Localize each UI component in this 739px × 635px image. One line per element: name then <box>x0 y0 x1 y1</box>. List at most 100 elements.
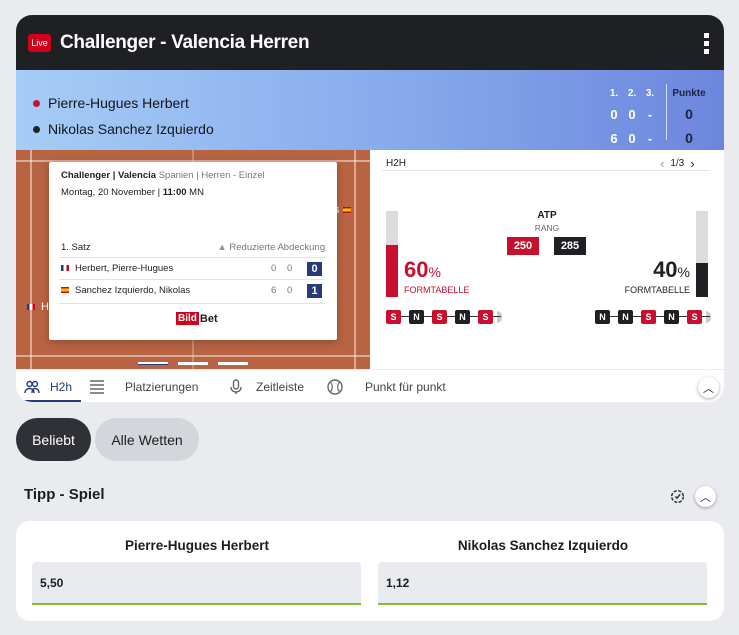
filter-alle-wetten[interactable]: Alle Wetten <box>95 418 199 461</box>
outcome-1-player: Pierre-Hugues Herbert <box>124 538 270 553</box>
tab-bar: H2h Platzierungen Zeitleiste Punkt für p… <box>16 369 724 402</box>
chevron-up-icon: ︿ <box>703 382 714 395</box>
court-player-label-right: s <box>334 204 357 216</box>
tab-punkt-label: Punkt für punkt <box>365 379 446 394</box>
prev-arrow-icon[interactable]: ‹ <box>660 156 664 171</box>
tip-card: Pierre-Hugues Herbert Nikolas Sanchez Iz… <box>16 521 724 621</box>
collapse-section-button[interactable]: ︿ <box>695 486 716 507</box>
left-form-result-3: S <box>432 310 455 324</box>
bildbet-logo: Bild Bet <box>176 312 218 325</box>
more-menu-icon[interactable] <box>704 33 709 54</box>
left-form-result-4: N <box>455 310 478 324</box>
right-form-result-4: N <box>664 310 687 324</box>
set-2-header: 2. <box>627 88 637 99</box>
tennis-ball-icon <box>327 378 343 395</box>
left-form-bar <box>386 211 398 297</box>
tab-punkt-fur-punkt[interactable]: Punkt für punkt <box>327 370 446 402</box>
right-form-result-1: N <box>595 310 618 324</box>
popup-time: 11:00 <box>162 187 187 198</box>
tab-zeitleiste-label: Zeitleiste <box>256 379 305 394</box>
tab-platzierungen-label: Platzierungen <box>125 379 199 394</box>
right-form-chain-end <box>706 311 711 323</box>
carousel-dots[interactable] <box>138 362 248 365</box>
points-header: Punkte <box>672 88 706 99</box>
collapse-tabs-button[interactable]: ︿ <box>698 377 719 398</box>
popup-row-1: Herbert, Pierre-Hugues <box>61 263 173 274</box>
odds-button-1[interactable]: 5,50 <box>32 562 361 605</box>
court-player-label: H <box>27 301 49 313</box>
popup-row-2-g2: 0 <box>287 285 293 296</box>
live-badge: Live <box>28 33 51 52</box>
score-divider <box>666 84 667 140</box>
match-title: Challenger - Valencia Herren <box>60 31 310 53</box>
set-1-header: 1. <box>609 88 619 99</box>
settings-icon[interactable] <box>669 488 686 505</box>
p1-points: 0 <box>685 106 693 122</box>
right-form-result-3: S <box>641 310 664 324</box>
p2-set-1: 6 <box>610 131 618 146</box>
flag-france-icon <box>61 265 69 272</box>
scoreboard: Pierre-Hugues Herbert Nikolas Sanchez Iz… <box>16 70 724 150</box>
popup-row-1-g1: 0 <box>271 263 277 274</box>
left-form-result-2: N <box>409 310 432 324</box>
popup-row-2-current: 1 <box>307 284 322 298</box>
player-dot-icon <box>33 125 40 133</box>
warning-icon: ▲ <box>217 242 227 253</box>
player-1-name: Pierre-Hugues Herbert <box>48 95 189 111</box>
right-form-chain: NNSNS <box>595 310 711 324</box>
p2-points: 0 <box>685 130 693 146</box>
filter-beliebt[interactable]: Beliebt <box>16 418 91 461</box>
rank-right: 285 <box>554 237 586 255</box>
right-form-result-2: N <box>618 310 641 324</box>
popup-row-1-g2: 0 <box>287 263 293 274</box>
popup-time-suffix: MN <box>189 187 204 198</box>
coverage-notice: ▲ Reduzierte Abdeckung <box>217 242 325 253</box>
player-2-name: Nikolas Sanchez Izquierdo <box>48 121 214 137</box>
popup-row-2-g1: 6 <box>271 285 277 296</box>
left-form-result-5: S <box>478 310 501 324</box>
popup-details: Spanien | Herren - Einzel <box>158 170 265 181</box>
right-form-label: FORMTABELLE <box>624 285 690 295</box>
left-form-chain-end <box>497 311 502 323</box>
right-form-bar <box>696 211 708 297</box>
tab-h2h[interactable]: H2h <box>24 370 72 402</box>
p1-set-1: 0 <box>610 107 618 122</box>
match-info-popup: Challenger | Valencia Spanien | Herren -… <box>49 162 337 340</box>
outcome-2-player: Nikolas Sanchez Izquierdo <box>457 538 629 553</box>
tab-platzierungen[interactable]: Platzierungen <box>89 370 198 402</box>
left-form-chain: SNSNS <box>386 310 502 324</box>
match-header: Live Challenger - Valencia Herren <box>16 15 724 70</box>
right-form-result-5: S <box>687 310 710 324</box>
left-percentage: 60% <box>404 257 441 282</box>
section-title: Tipp - Spiel <box>24 486 105 503</box>
list-icon <box>90 379 104 394</box>
rank-subtitle: RANG <box>534 223 560 233</box>
active-tab-underline <box>16 400 81 402</box>
tab-h2h-label: H2h <box>50 379 73 394</box>
people-icon <box>24 380 40 393</box>
next-arrow-icon[interactable]: › <box>690 156 694 171</box>
odds-button-2[interactable]: 1,12 <box>378 562 707 605</box>
popup-row-2: Sanchez Izquierdo, Nikolas <box>61 285 190 296</box>
rank-left: 250 <box>507 237 539 255</box>
p1-set-2: 0 <box>628 107 636 122</box>
court-visual[interactable]: H s Challenger | Valencia Spanien | Herr… <box>16 150 370 369</box>
left-form-result-1: S <box>386 310 409 324</box>
p2-set-3: - <box>647 131 653 146</box>
right-percentage: 40% <box>653 257 690 282</box>
h2h-label: H2H <box>386 158 407 169</box>
popup-row-1-current: 0 <box>307 262 322 276</box>
player-2-row: Nikolas Sanchez Izquierdo <box>33 121 214 137</box>
microphone-icon <box>230 378 242 394</box>
p1-set-3: - <box>647 107 653 122</box>
left-form-label: FORMTABELLE <box>404 285 470 295</box>
tab-zeitleiste[interactable]: Zeitleiste <box>228 370 304 402</box>
h2h-panel: H2H ‹ 1/3 › ATP RANG 250 285 60% FORMTAB… <box>370 150 724 369</box>
rank-title: ATP <box>537 210 557 221</box>
popup-tournament: Challenger | Valencia <box>61 170 157 181</box>
h2h-pager: ‹ 1/3 › <box>660 156 695 171</box>
player-1-row: Pierre-Hugues Herbert <box>33 95 189 111</box>
p2-set-2: 0 <box>628 131 636 146</box>
flag-spain-icon <box>61 287 69 294</box>
serve-indicator-icon <box>33 99 40 107</box>
